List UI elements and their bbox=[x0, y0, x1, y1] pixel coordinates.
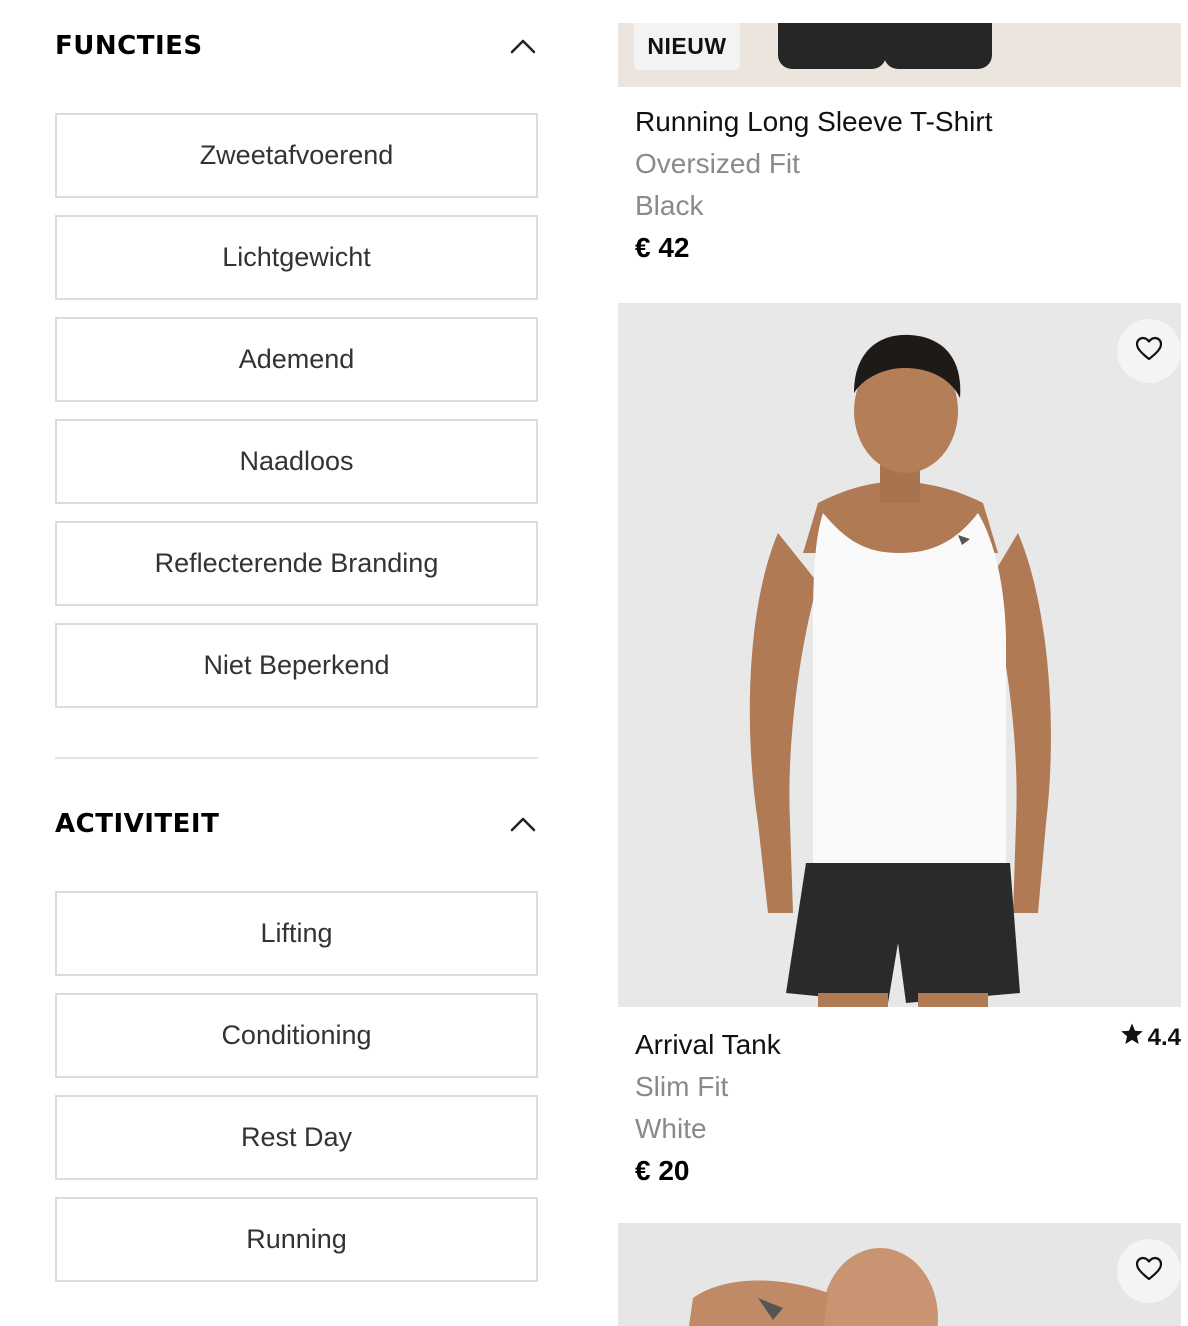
filter-option-naadloos[interactable]: Naadloos bbox=[55, 419, 538, 504]
product-rating: 4.4 bbox=[1120, 1022, 1181, 1053]
product-name[interactable]: Arrival Tank bbox=[635, 1029, 781, 1061]
product-image[interactable] bbox=[618, 303, 1181, 1007]
product-color: White bbox=[635, 1113, 707, 1144]
product-photo-model bbox=[689, 1248, 938, 1326]
chevron-up-icon[interactable] bbox=[508, 31, 538, 61]
heart-icon bbox=[1135, 336, 1163, 367]
functies-section-header[interactable]: FUNCTIES bbox=[55, 26, 538, 66]
product-image[interactable]: NIEUW bbox=[618, 23, 1181, 87]
rating-value: 4.4 bbox=[1147, 1023, 1181, 1051]
section-divider bbox=[55, 757, 538, 759]
filter-option-lichtgewicht[interactable]: Lichtgewicht bbox=[55, 215, 538, 300]
filter-option-zweetafvoerend[interactable]: Zweetafvoerend bbox=[55, 113, 538, 198]
product-name[interactable]: Running Long Sleeve T-Shirt bbox=[635, 106, 993, 138]
filter-option-conditioning[interactable]: Conditioning bbox=[55, 993, 538, 1078]
filter-option-lifting[interactable]: Lifting bbox=[55, 891, 538, 976]
product-price: € 20 bbox=[635, 1155, 690, 1186]
heart-icon bbox=[1135, 1256, 1163, 1287]
product-photo-shorts bbox=[778, 23, 886, 69]
wishlist-button[interactable] bbox=[1117, 319, 1181, 383]
filter-option-running[interactable]: Running bbox=[55, 1197, 538, 1282]
product-image[interactable] bbox=[618, 1223, 1181, 1326]
new-badge: NIEUW bbox=[634, 23, 740, 70]
filter-option-reflecterende-branding[interactable]: Reflecterende Branding bbox=[55, 521, 538, 606]
product-photo-model bbox=[749, 334, 1051, 1007]
functies-title: FUNCTIES bbox=[55, 31, 203, 61]
activiteit-title: ACTIVITEIT bbox=[55, 809, 220, 839]
star-icon bbox=[1120, 1022, 1144, 1053]
filter-option-rest-day[interactable]: Rest Day bbox=[55, 1095, 538, 1180]
filter-option-niet-beperkend[interactable]: Niet Beperkend bbox=[55, 623, 538, 708]
product-price: € 42 bbox=[635, 232, 690, 263]
wishlist-button[interactable] bbox=[1117, 1239, 1181, 1303]
product-fit: Slim Fit bbox=[635, 1071, 729, 1102]
product-fit: Oversized Fit bbox=[635, 148, 800, 179]
filter-option-ademend[interactable]: Ademend bbox=[55, 317, 538, 402]
chevron-up-icon[interactable] bbox=[508, 809, 538, 839]
product-color: Black bbox=[635, 190, 704, 221]
product-photo-shorts bbox=[884, 23, 992, 69]
activiteit-section-header[interactable]: ACTIVITEIT bbox=[55, 804, 538, 844]
